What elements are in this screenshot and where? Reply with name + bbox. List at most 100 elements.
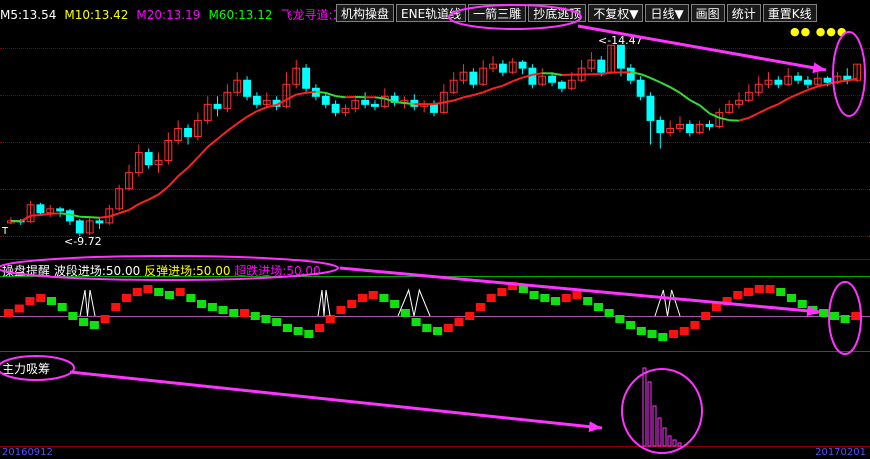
osc-bar: [36, 294, 46, 302]
candle-body: [95, 220, 104, 224]
osc-bar: [4, 309, 14, 317]
osc-bar: [197, 300, 207, 308]
ma-line-segment: [40, 212, 51, 217]
osc-bar: [400, 309, 410, 317]
osc-bar: [851, 312, 861, 320]
ma-line-segment: [335, 95, 346, 99]
ma-line-segment: [777, 97, 789, 106]
accumulation-bar: [657, 417, 662, 447]
osc-bar: [379, 294, 389, 302]
candle-body: [331, 103, 340, 113]
candle-body: [371, 103, 379, 107]
ma-line-segment: [236, 115, 248, 125]
ma-line-segment: [285, 93, 297, 101]
candle-body: [213, 103, 222, 109]
osc-bar: [497, 288, 507, 296]
ma-line-segment: [650, 77, 661, 84]
osc-bar: [347, 300, 357, 308]
osc-bar: [840, 315, 850, 323]
ma-line-segment: [679, 91, 691, 101]
osc-bar: [89, 321, 99, 329]
candle-body: [361, 99, 370, 105]
candle-body: [548, 75, 557, 83]
osc-bar: [658, 333, 668, 341]
osc-bar: [529, 291, 539, 299]
candle-body: [430, 103, 438, 113]
osc-bar: [679, 327, 689, 335]
osc-bar: [79, 318, 89, 326]
candle-body: [656, 119, 665, 133]
candle-body: [597, 59, 606, 73]
ma-line-segment: [453, 96, 464, 102]
osc-bar: [475, 303, 486, 311]
osc-bar: [572, 291, 582, 299]
ma-line-segment: [719, 116, 730, 122]
osc-bar: [68, 312, 78, 320]
ma-line-segment: [738, 116, 750, 122]
ma-line-segment: [216, 130, 229, 140]
candle-body: [498, 63, 507, 73]
annotation-ellipse: [0, 355, 75, 381]
osc-bar: [615, 315, 625, 323]
candle-body: [302, 67, 311, 89]
candle-body: [321, 95, 330, 105]
ma-line-segment: [305, 90, 317, 94]
ma-line-segment: [748, 112, 760, 119]
accumulation-bar: [642, 367, 647, 447]
osc-bar: [336, 306, 346, 314]
annotation-ellipse: [448, 4, 582, 30]
osc-bar: [626, 321, 636, 329]
osc-bar: [540, 294, 550, 302]
ma-line-segment: [246, 110, 258, 118]
ma-line-segment: [463, 94, 474, 99]
osc-bar: [164, 291, 174, 299]
candle-body: [823, 77, 832, 83]
ma-line-segment: [30, 214, 41, 217]
osc-bar: [282, 324, 292, 332]
ma-line-segment: [689, 99, 701, 107]
osc-bar: [776, 288, 786, 296]
osc-bar: [465, 312, 475, 320]
osc-bar: [261, 315, 271, 323]
ma-line-segment: [404, 102, 415, 106]
accumulation-bar: [677, 442, 682, 447]
osc-bar: [593, 303, 603, 311]
osc-bar: [733, 291, 743, 299]
candle-body: [144, 152, 153, 166]
ma-line-segment: [325, 91, 336, 98]
accumulation-bar: [667, 435, 672, 447]
ma-line-segment: [837, 79, 848, 83]
candle-body: [616, 44, 625, 69]
osc-bar: [443, 324, 453, 332]
ma-line-segment: [433, 101, 445, 106]
candle-body: [518, 61, 527, 69]
annotation-arrowhead: [812, 62, 826, 74]
ma-line-segment: [443, 99, 454, 104]
ma-line-segment: [187, 156, 199, 169]
osc-bar: [797, 300, 807, 308]
accumulation-bar: [672, 439, 677, 447]
osc-bar: [604, 309, 614, 317]
osc-bar: [433, 327, 443, 335]
ma-line-segment: [20, 214, 32, 223]
ma-line-segment: [256, 106, 268, 113]
osc-bar: [186, 294, 196, 302]
candle-body: [243, 79, 252, 97]
osc-bar: [57, 303, 67, 311]
ma-line-segment: [512, 76, 523, 83]
osc-bar: [819, 309, 829, 317]
osc-bar: [325, 315, 335, 323]
chart-canvas: <-14.47<-9.72T: [0, 4, 866, 454]
ma-line-segment: [787, 93, 799, 100]
ma-line-segment: [709, 112, 720, 119]
ma-line-segment: [207, 138, 219, 148]
osc-bar: [647, 330, 657, 338]
ma-line-segment: [60, 212, 71, 216]
candle-body: [803, 79, 812, 85]
osc-bar: [668, 330, 679, 338]
annotation-ellipse: [0, 255, 339, 281]
ma-line-segment: [797, 88, 809, 96]
ma-line-segment: [768, 103, 779, 110]
ma-line-segment: [226, 122, 238, 132]
ma-line-segment: [502, 80, 514, 87]
